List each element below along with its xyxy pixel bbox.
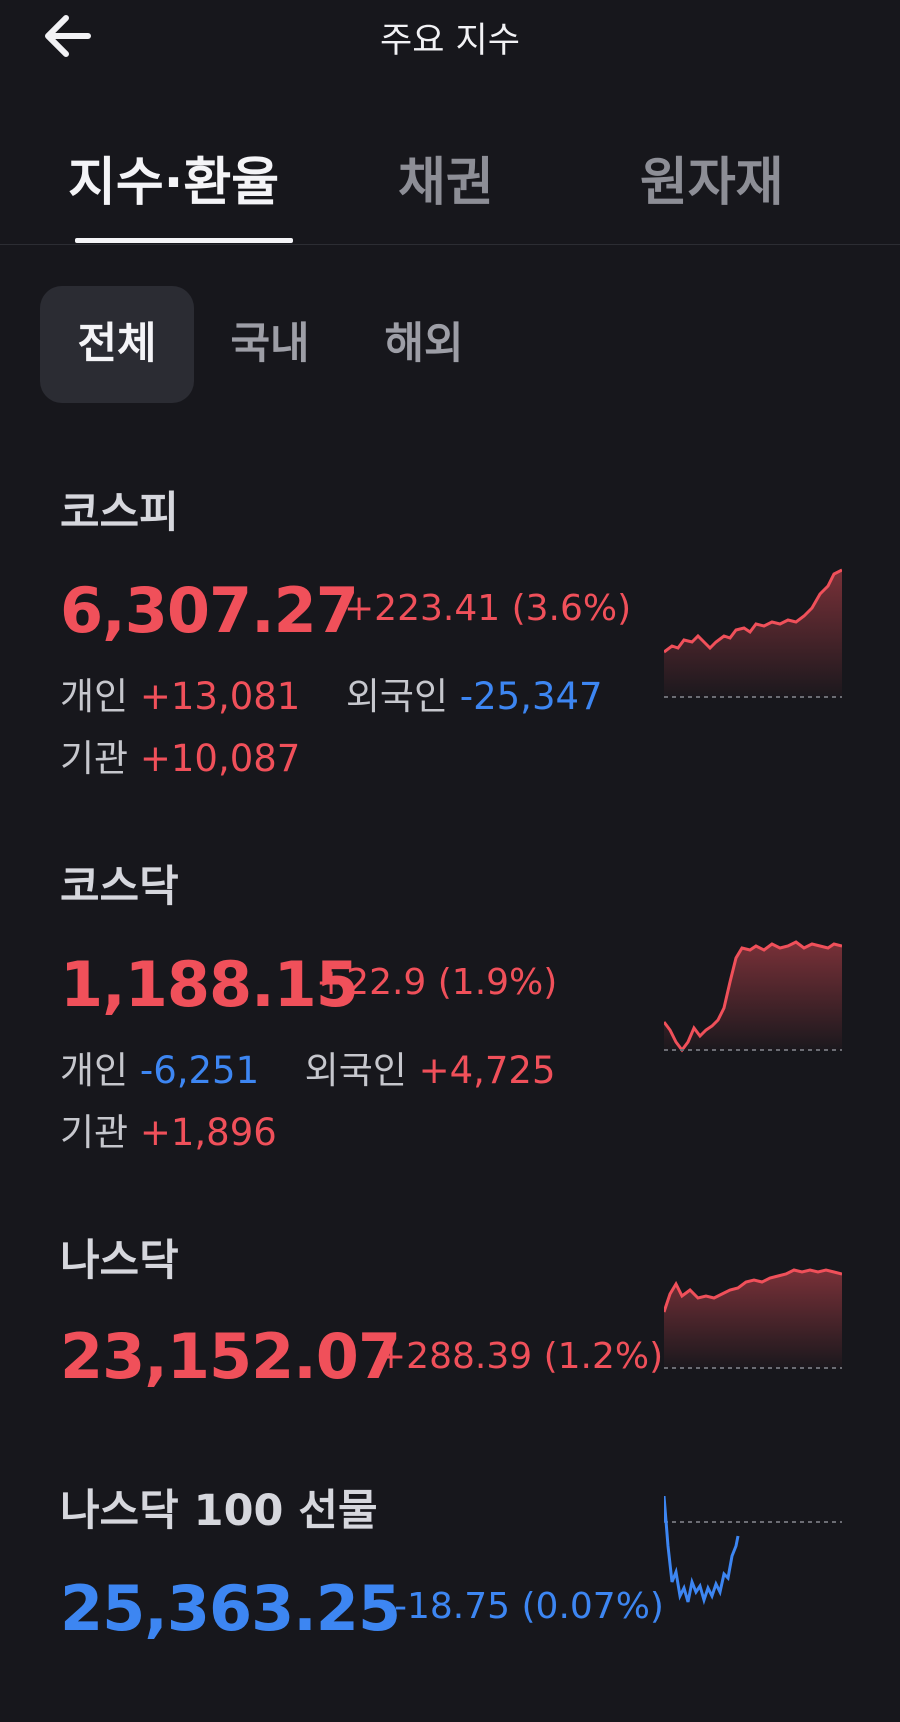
index-change: +223.41 (3.6%) — [344, 588, 632, 629]
sparkline-line — [664, 1496, 740, 1606]
index-price: 1,188.15 — [60, 948, 359, 1021]
tab-bonds[interactable]: 채권 — [398, 140, 494, 215]
individual-label: 개인 — [60, 675, 129, 718]
foreign-label: 외국인 — [345, 675, 448, 718]
sparkline-chart — [664, 940, 842, 1053]
investor-flow-line-2: 기관 +10,087 — [60, 728, 300, 782]
segment-overseas[interactable]: 해외 — [362, 286, 486, 403]
tab-commodities[interactable]: 원자재 — [640, 140, 784, 215]
index-row-kosdaq[interactable]: 코스닥 1,188.15 +22.9 (1.9%) 개인 -6,251 외국인 … — [0, 852, 900, 1154]
investor-flow-line-2: 기관 +1,896 — [60, 1102, 277, 1156]
foreign-value: -25,347 — [459, 675, 603, 718]
institution-value: +1,896 — [139, 1111, 277, 1154]
category-tabs: 지수·환율 채권 원자재 — [0, 120, 900, 245]
active-tab-indicator — [75, 238, 293, 243]
top-bar: 주요 지수 — [0, 0, 900, 70]
investor-flow-line-1: 개인 +13,081 외국인 -25,347 — [60, 666, 603, 720]
index-price: 6,307.27 — [60, 574, 359, 647]
individual-value: -6,251 — [139, 1049, 260, 1092]
index-name: 코스피 — [60, 488, 179, 538]
index-name: 나스닥 — [60, 1236, 179, 1286]
index-price: 23,152.07 — [60, 1320, 401, 1393]
sparkline-area — [664, 570, 842, 697]
institution-label: 기관 — [60, 737, 129, 780]
index-row-nasdaq100-futures[interactable]: 나스닥 100 선물 25,363.25 -18.75 (0.07%) — [0, 1476, 900, 1656]
index-name: 코스닥 — [60, 862, 179, 912]
sparkline-area — [664, 1270, 842, 1368]
index-change: -18.75 (0.07%) — [394, 1586, 664, 1627]
sparkline-chart — [664, 568, 842, 698]
institution-label: 기관 — [60, 1111, 129, 1154]
individual-label: 개인 — [60, 1049, 129, 1092]
segment-domestic[interactable]: 국내 — [208, 286, 332, 403]
institution-value: +10,087 — [139, 737, 301, 780]
index-name: 나스닥 100 선물 — [60, 1486, 378, 1536]
index-change: +288.39 (1.2%) — [376, 1336, 664, 1377]
index-row-nasdaq[interactable]: 나스닥 23,152.07 +288.39 (1.2%) — [0, 1226, 900, 1406]
foreign-label: 외국인 — [304, 1049, 407, 1092]
index-row-kospi[interactable]: 코스피 6,307.27 +223.41 (3.6%) 개인 +13,081 외… — [0, 478, 900, 780]
segment-all[interactable]: 전체 — [40, 286, 194, 403]
tab-index-fx[interactable]: 지수·환율 — [68, 140, 279, 215]
sparkline-chart — [664, 1496, 842, 1606]
foreign-value: +4,725 — [418, 1049, 556, 1092]
individual-value: +13,081 — [139, 675, 301, 718]
investor-flow-line-1: 개인 -6,251 외국인 +4,725 — [60, 1040, 556, 1094]
index-change: +22.9 (1.9%) — [316, 962, 558, 1003]
index-price: 25,363.25 — [60, 1572, 401, 1645]
sparkline-chart — [664, 1268, 842, 1369]
page-title: 주요 지수 — [380, 21, 520, 61]
